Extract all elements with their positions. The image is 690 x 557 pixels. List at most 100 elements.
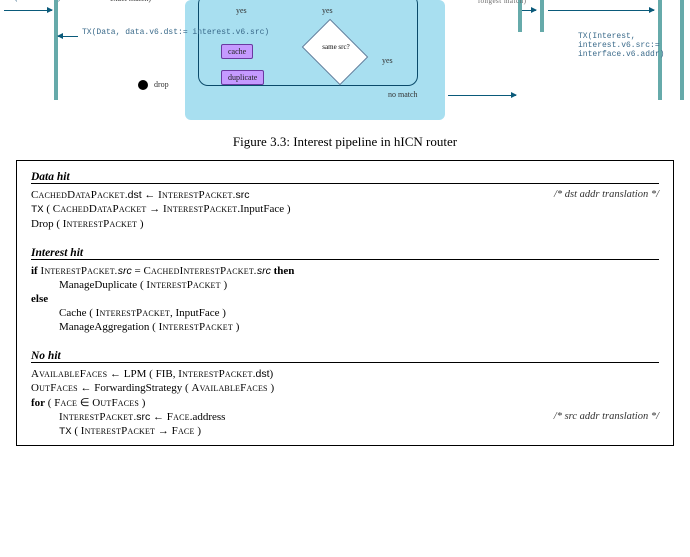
keyword-else: else bbox=[31, 293, 48, 305]
section-no-hit: No hit bbox=[31, 350, 659, 363]
token: TX bbox=[31, 204, 44, 216]
paren: ) bbox=[221, 279, 227, 291]
section-data-hit: Data hit bbox=[31, 171, 659, 184]
element-of-icon: ∈ bbox=[77, 397, 92, 409]
token: FIB bbox=[156, 368, 173, 380]
token: .address bbox=[190, 411, 226, 423]
algo-line: ManageAggregation ( InterestPacket ) bbox=[31, 320, 659, 334]
paren: ( bbox=[149, 321, 158, 333]
algo-line: TX ( CachedDataPacket → InterestPacket.I… bbox=[31, 202, 659, 217]
paren: ( bbox=[86, 307, 95, 319]
paren: ( bbox=[146, 368, 155, 380]
token: Face bbox=[54, 397, 77, 409]
algo-line: else bbox=[31, 292, 659, 306]
arrow-right-icon: → bbox=[155, 425, 172, 437]
arrow-icon bbox=[58, 36, 78, 37]
equals-icon: = bbox=[132, 265, 144, 277]
yes-label: yes bbox=[236, 6, 247, 15]
token: ManageDuplicate bbox=[59, 279, 137, 291]
arrow-right-icon: → bbox=[147, 203, 164, 215]
paren: ( bbox=[72, 425, 81, 437]
token: Face bbox=[167, 411, 190, 423]
paren: ( bbox=[44, 203, 53, 215]
token: CachedDataPacket bbox=[31, 189, 125, 201]
algo-line: OutFaces ← ForwardingStrategy ( Availabl… bbox=[31, 381, 659, 395]
yes-label: yes bbox=[322, 6, 333, 15]
no-match-label: no match bbox=[388, 90, 418, 99]
arrow-icon bbox=[548, 10, 654, 11]
paren: ) bbox=[233, 321, 239, 333]
token: Drop bbox=[31, 218, 54, 230]
duplicate-box: duplicate bbox=[221, 70, 264, 85]
paren: ( bbox=[45, 397, 54, 409]
algo-line: if InterestPacket.src = CachedInterestPa… bbox=[31, 264, 659, 278]
drop-label: drop bbox=[154, 80, 169, 89]
token: InterestPacket bbox=[163, 203, 237, 215]
token: Cache bbox=[59, 307, 86, 319]
paren: ( bbox=[137, 279, 146, 291]
token: .src bbox=[115, 265, 132, 277]
token: OutFaces bbox=[92, 397, 139, 409]
comment: /* src addr translation */ bbox=[554, 411, 659, 422]
paren: ) bbox=[284, 203, 290, 215]
token: .src bbox=[133, 411, 150, 423]
token: InputFace bbox=[176, 307, 220, 319]
token: InterestPacket bbox=[178, 368, 252, 380]
algo-line: AvailableFaces ← LPM ( FIB, InterestPack… bbox=[31, 367, 659, 381]
figure-caption: Figure 3.3: Interest pipeline in hICN ro… bbox=[0, 134, 690, 150]
token: AvailableFaces bbox=[191, 382, 267, 394]
drop-dot-icon bbox=[138, 80, 148, 90]
paren: ) bbox=[268, 382, 274, 394]
token: InterestPacket bbox=[146, 279, 220, 291]
algo-line: ManageDuplicate ( InterestPacket ) bbox=[31, 278, 659, 292]
token: .src bbox=[254, 265, 271, 277]
token: InterestPacket bbox=[63, 218, 137, 230]
exact-match-label: exact match) bbox=[110, 0, 151, 3]
algo-line: for ( Face ∈ OutFaces ) bbox=[31, 395, 659, 410]
token: InterestPacket bbox=[40, 265, 114, 277]
token: OutFaces bbox=[31, 382, 78, 394]
token: InterestPacket bbox=[81, 425, 155, 437]
left-face-icon bbox=[54, 0, 58, 100]
paren: ) bbox=[139, 397, 145, 409]
token: InterestPacket bbox=[158, 189, 232, 201]
token: LPM bbox=[124, 368, 147, 380]
tx-data-label: TX(Data, data.v6.dst:= interest.v6.src) bbox=[82, 28, 269, 37]
algo-line: CachedDataPacket.dst ← InterestPacket.sr… bbox=[31, 188, 659, 202]
token: InterestPacket bbox=[159, 321, 233, 333]
arrow-left-icon: ← bbox=[142, 189, 159, 201]
same-src-label: same src? bbox=[316, 44, 356, 51]
paren: ) bbox=[220, 307, 226, 319]
token: CachedDataPacket bbox=[53, 203, 147, 215]
token: ForwardingStrategy bbox=[94, 382, 182, 394]
paren: ( bbox=[54, 218, 63, 230]
rx-interest-label: RX(Interest) bbox=[4, 0, 62, 3]
algorithm-box: Data hit CachedDataPacket.dst ← Interest… bbox=[16, 160, 674, 446]
arrow-left-icon: ← bbox=[107, 368, 124, 380]
token: CachedInterestPacket bbox=[143, 265, 253, 277]
token: AvailableFaces bbox=[31, 368, 107, 380]
token: .InputFace bbox=[237, 203, 284, 215]
token: .dst bbox=[125, 189, 142, 201]
token: InterestPacket bbox=[96, 307, 170, 319]
algo-line: InterestPacket.src ← Face.address /* src… bbox=[31, 410, 659, 424]
paren: ) bbox=[195, 425, 201, 437]
paren: ) bbox=[270, 368, 274, 380]
yes-label: yes bbox=[382, 56, 393, 65]
longest-match-label: longest match) bbox=[478, 0, 526, 5]
token: TX bbox=[59, 426, 72, 438]
token: .src bbox=[233, 189, 250, 201]
arrow-icon bbox=[522, 10, 536, 11]
mid-face2-icon bbox=[540, 0, 544, 32]
algo-line: TX ( InterestPacket → Face ) bbox=[31, 424, 659, 439]
keyword-then: then bbox=[271, 265, 295, 277]
interest-pipeline-diagram: RX(Interest) exact match) longest match)… bbox=[0, 0, 690, 120]
token: .dst bbox=[253, 368, 270, 380]
token: ManageAggregation bbox=[59, 321, 149, 333]
token: InterestPacket bbox=[59, 411, 133, 423]
arrow-left-icon: ← bbox=[150, 411, 167, 423]
token: Face bbox=[172, 425, 195, 437]
arrow-left-icon: ← bbox=[78, 382, 95, 394]
arrow-icon bbox=[4, 10, 52, 11]
algo-line: Drop ( InterestPacket ) bbox=[31, 217, 659, 231]
